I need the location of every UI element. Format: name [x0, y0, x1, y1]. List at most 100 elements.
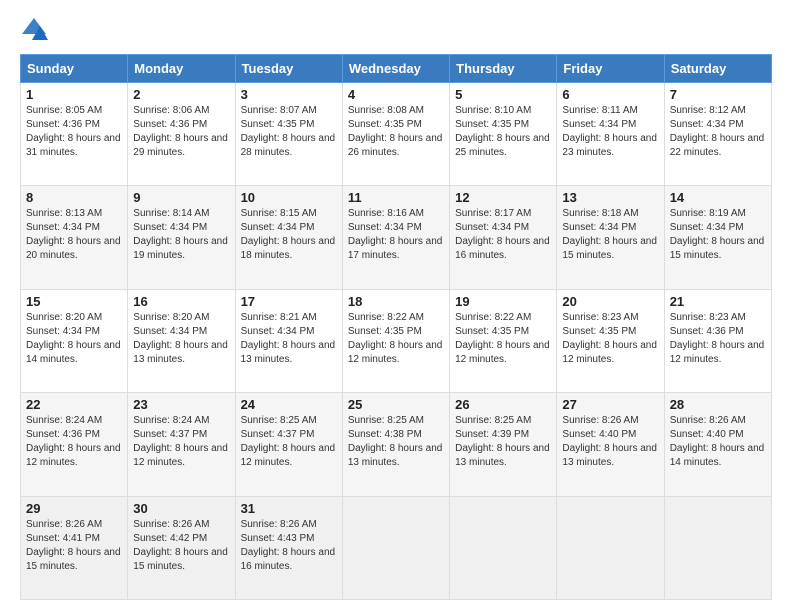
calendar-cell: 14 Sunrise: 8:19 AM Sunset: 4:34 PM Dayl… [664, 186, 771, 289]
day-number: 3 [241, 87, 337, 102]
calendar-cell: 26 Sunrise: 8:25 AM Sunset: 4:39 PM Dayl… [450, 393, 557, 496]
day-number: 21 [670, 294, 766, 309]
cell-info: Sunrise: 8:26 AM Sunset: 4:43 PM Dayligh… [241, 518, 337, 574]
page: SundayMondayTuesdayWednesdayThursdayFrid… [0, 0, 792, 612]
day-number: 19 [455, 294, 551, 309]
day-number: 9 [133, 190, 229, 205]
day-number: 15 [26, 294, 122, 309]
day-number: 10 [241, 190, 337, 205]
cell-info: Sunrise: 8:24 AM Sunset: 4:36 PM Dayligh… [26, 414, 122, 470]
cell-info: Sunrise: 8:06 AM Sunset: 4:36 PM Dayligh… [133, 104, 229, 160]
calendar-cell: 1 Sunrise: 8:05 AM Sunset: 4:36 PM Dayli… [21, 83, 128, 186]
day-number: 7 [670, 87, 766, 102]
calendar-cell: 31 Sunrise: 8:26 AM Sunset: 4:43 PM Dayl… [235, 496, 342, 599]
day-number: 16 [133, 294, 229, 309]
calendar-cell: 27 Sunrise: 8:26 AM Sunset: 4:40 PM Dayl… [557, 393, 664, 496]
calendar-cell: 21 Sunrise: 8:23 AM Sunset: 4:36 PM Dayl… [664, 289, 771, 392]
cell-info: Sunrise: 8:26 AM Sunset: 4:41 PM Dayligh… [26, 518, 122, 574]
cell-info: Sunrise: 8:16 AM Sunset: 4:34 PM Dayligh… [348, 207, 444, 263]
calendar-cell: 25 Sunrise: 8:25 AM Sunset: 4:38 PM Dayl… [342, 393, 449, 496]
cell-info: Sunrise: 8:26 AM Sunset: 4:42 PM Dayligh… [133, 518, 229, 574]
day-number: 4 [348, 87, 444, 102]
calendar-cell [664, 496, 771, 599]
calendar-cell: 20 Sunrise: 8:23 AM Sunset: 4:35 PM Dayl… [557, 289, 664, 392]
day-number: 17 [241, 294, 337, 309]
cell-info: Sunrise: 8:26 AM Sunset: 4:40 PM Dayligh… [562, 414, 658, 470]
header [20, 16, 772, 44]
calendar-cell: 4 Sunrise: 8:08 AM Sunset: 4:35 PM Dayli… [342, 83, 449, 186]
cell-info: Sunrise: 8:25 AM Sunset: 4:39 PM Dayligh… [455, 414, 551, 470]
cell-info: Sunrise: 8:22 AM Sunset: 4:35 PM Dayligh… [348, 311, 444, 367]
calendar-cell: 22 Sunrise: 8:24 AM Sunset: 4:36 PM Dayl… [21, 393, 128, 496]
calendar-cell: 15 Sunrise: 8:20 AM Sunset: 4:34 PM Dayl… [21, 289, 128, 392]
calendar-cell: 18 Sunrise: 8:22 AM Sunset: 4:35 PM Dayl… [342, 289, 449, 392]
calendar-cell: 7 Sunrise: 8:12 AM Sunset: 4:34 PM Dayli… [664, 83, 771, 186]
calendar-cell [342, 496, 449, 599]
calendar-week-3: 15 Sunrise: 8:20 AM Sunset: 4:34 PM Dayl… [21, 289, 772, 392]
calendar-cell: 11 Sunrise: 8:16 AM Sunset: 4:34 PM Dayl… [342, 186, 449, 289]
calendar-table: SundayMondayTuesdayWednesdayThursdayFrid… [20, 54, 772, 600]
cell-info: Sunrise: 8:22 AM Sunset: 4:35 PM Dayligh… [455, 311, 551, 367]
cell-info: Sunrise: 8:19 AM Sunset: 4:34 PM Dayligh… [670, 207, 766, 263]
calendar-header-wednesday: Wednesday [342, 55, 449, 83]
cell-info: Sunrise: 8:10 AM Sunset: 4:35 PM Dayligh… [455, 104, 551, 160]
calendar-header-sunday: Sunday [21, 55, 128, 83]
day-number: 11 [348, 190, 444, 205]
cell-info: Sunrise: 8:11 AM Sunset: 4:34 PM Dayligh… [562, 104, 658, 160]
calendar-cell: 12 Sunrise: 8:17 AM Sunset: 4:34 PM Dayl… [450, 186, 557, 289]
calendar-cell: 16 Sunrise: 8:20 AM Sunset: 4:34 PM Dayl… [128, 289, 235, 392]
cell-info: Sunrise: 8:05 AM Sunset: 4:36 PM Dayligh… [26, 104, 122, 160]
day-number: 1 [26, 87, 122, 102]
day-number: 22 [26, 397, 122, 412]
calendar-cell: 23 Sunrise: 8:24 AM Sunset: 4:37 PM Dayl… [128, 393, 235, 496]
calendar-cell: 6 Sunrise: 8:11 AM Sunset: 4:34 PM Dayli… [557, 83, 664, 186]
cell-info: Sunrise: 8:21 AM Sunset: 4:34 PM Dayligh… [241, 311, 337, 367]
day-number: 30 [133, 501, 229, 516]
calendar-cell: 5 Sunrise: 8:10 AM Sunset: 4:35 PM Dayli… [450, 83, 557, 186]
day-number: 6 [562, 87, 658, 102]
cell-info: Sunrise: 8:25 AM Sunset: 4:37 PM Dayligh… [241, 414, 337, 470]
calendar-header-friday: Friday [557, 55, 664, 83]
calendar-header-tuesday: Tuesday [235, 55, 342, 83]
calendar-cell: 3 Sunrise: 8:07 AM Sunset: 4:35 PM Dayli… [235, 83, 342, 186]
calendar-cell: 9 Sunrise: 8:14 AM Sunset: 4:34 PM Dayli… [128, 186, 235, 289]
calendar-cell: 2 Sunrise: 8:06 AM Sunset: 4:36 PM Dayli… [128, 83, 235, 186]
calendar-cell [450, 496, 557, 599]
calendar-cell: 28 Sunrise: 8:26 AM Sunset: 4:40 PM Dayl… [664, 393, 771, 496]
day-number: 12 [455, 190, 551, 205]
calendar-cell: 29 Sunrise: 8:26 AM Sunset: 4:41 PM Dayl… [21, 496, 128, 599]
cell-info: Sunrise: 8:20 AM Sunset: 4:34 PM Dayligh… [133, 311, 229, 367]
day-number: 27 [562, 397, 658, 412]
day-number: 25 [348, 397, 444, 412]
cell-info: Sunrise: 8:23 AM Sunset: 4:35 PM Dayligh… [562, 311, 658, 367]
cell-info: Sunrise: 8:18 AM Sunset: 4:34 PM Dayligh… [562, 207, 658, 263]
day-number: 5 [455, 87, 551, 102]
calendar-cell: 17 Sunrise: 8:21 AM Sunset: 4:34 PM Dayl… [235, 289, 342, 392]
cell-info: Sunrise: 8:17 AM Sunset: 4:34 PM Dayligh… [455, 207, 551, 263]
cell-info: Sunrise: 8:15 AM Sunset: 4:34 PM Dayligh… [241, 207, 337, 263]
cell-info: Sunrise: 8:24 AM Sunset: 4:37 PM Dayligh… [133, 414, 229, 470]
cell-info: Sunrise: 8:14 AM Sunset: 4:34 PM Dayligh… [133, 207, 229, 263]
calendar-header-thursday: Thursday [450, 55, 557, 83]
logo [20, 16, 52, 44]
day-number: 8 [26, 190, 122, 205]
calendar-week-1: 1 Sunrise: 8:05 AM Sunset: 4:36 PM Dayli… [21, 83, 772, 186]
day-number: 13 [562, 190, 658, 205]
calendar-week-5: 29 Sunrise: 8:26 AM Sunset: 4:41 PM Dayl… [21, 496, 772, 599]
cell-info: Sunrise: 8:26 AM Sunset: 4:40 PM Dayligh… [670, 414, 766, 470]
calendar-cell: 13 Sunrise: 8:18 AM Sunset: 4:34 PM Dayl… [557, 186, 664, 289]
day-number: 18 [348, 294, 444, 309]
calendar-cell: 8 Sunrise: 8:13 AM Sunset: 4:34 PM Dayli… [21, 186, 128, 289]
calendar-header-monday: Monday [128, 55, 235, 83]
calendar-cell: 19 Sunrise: 8:22 AM Sunset: 4:35 PM Dayl… [450, 289, 557, 392]
calendar-cell: 24 Sunrise: 8:25 AM Sunset: 4:37 PM Dayl… [235, 393, 342, 496]
cell-info: Sunrise: 8:12 AM Sunset: 4:34 PM Dayligh… [670, 104, 766, 160]
calendar-cell [557, 496, 664, 599]
day-number: 26 [455, 397, 551, 412]
calendar-cell: 10 Sunrise: 8:15 AM Sunset: 4:34 PM Dayl… [235, 186, 342, 289]
calendar-cell: 30 Sunrise: 8:26 AM Sunset: 4:42 PM Dayl… [128, 496, 235, 599]
day-number: 23 [133, 397, 229, 412]
day-number: 24 [241, 397, 337, 412]
cell-info: Sunrise: 8:25 AM Sunset: 4:38 PM Dayligh… [348, 414, 444, 470]
day-number: 31 [241, 501, 337, 516]
